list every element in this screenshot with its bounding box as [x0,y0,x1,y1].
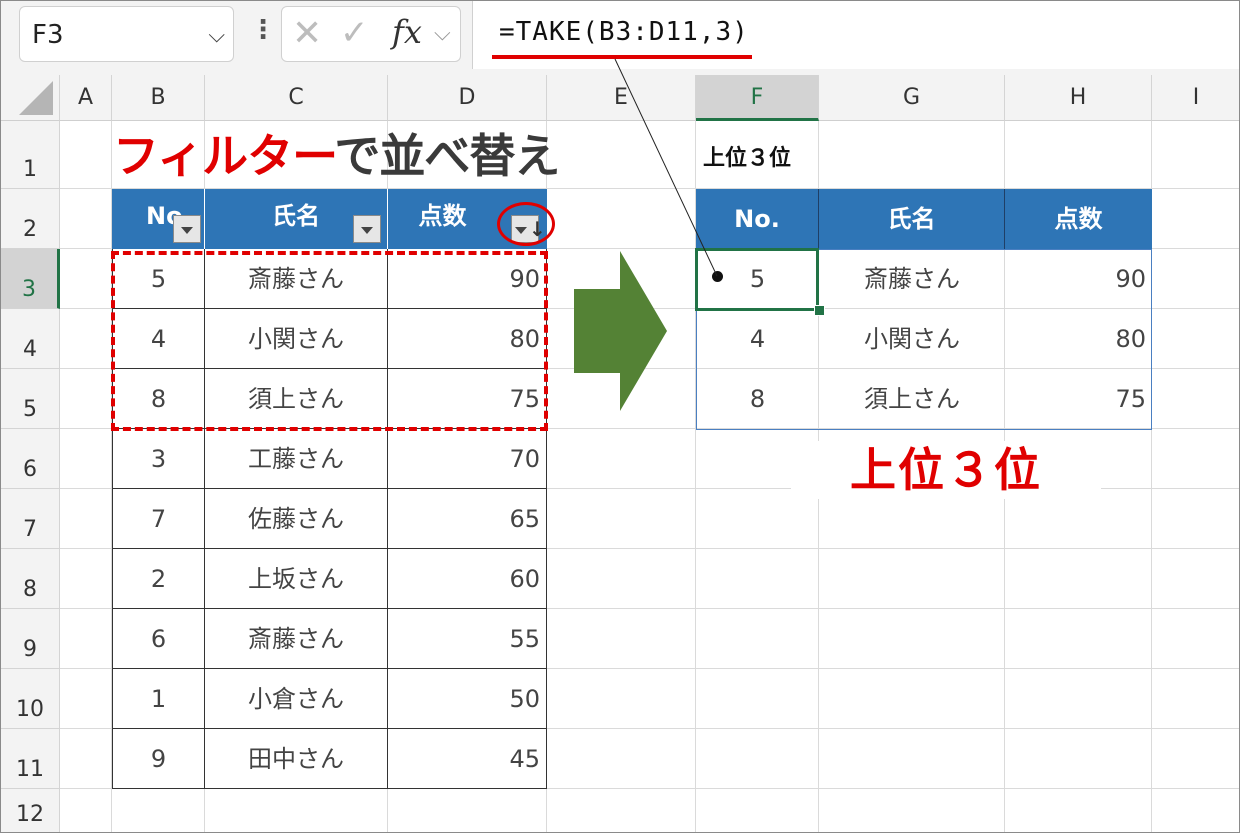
formula-connector-line [614,58,718,277]
spreadsheet-window: F3 ⌵ ⋮ ✕ ✓ fx ⌵ =TAKE(B3:D11,3) A B C D … [0,0,1240,833]
top3-label: 上位３位 [791,441,1101,499]
